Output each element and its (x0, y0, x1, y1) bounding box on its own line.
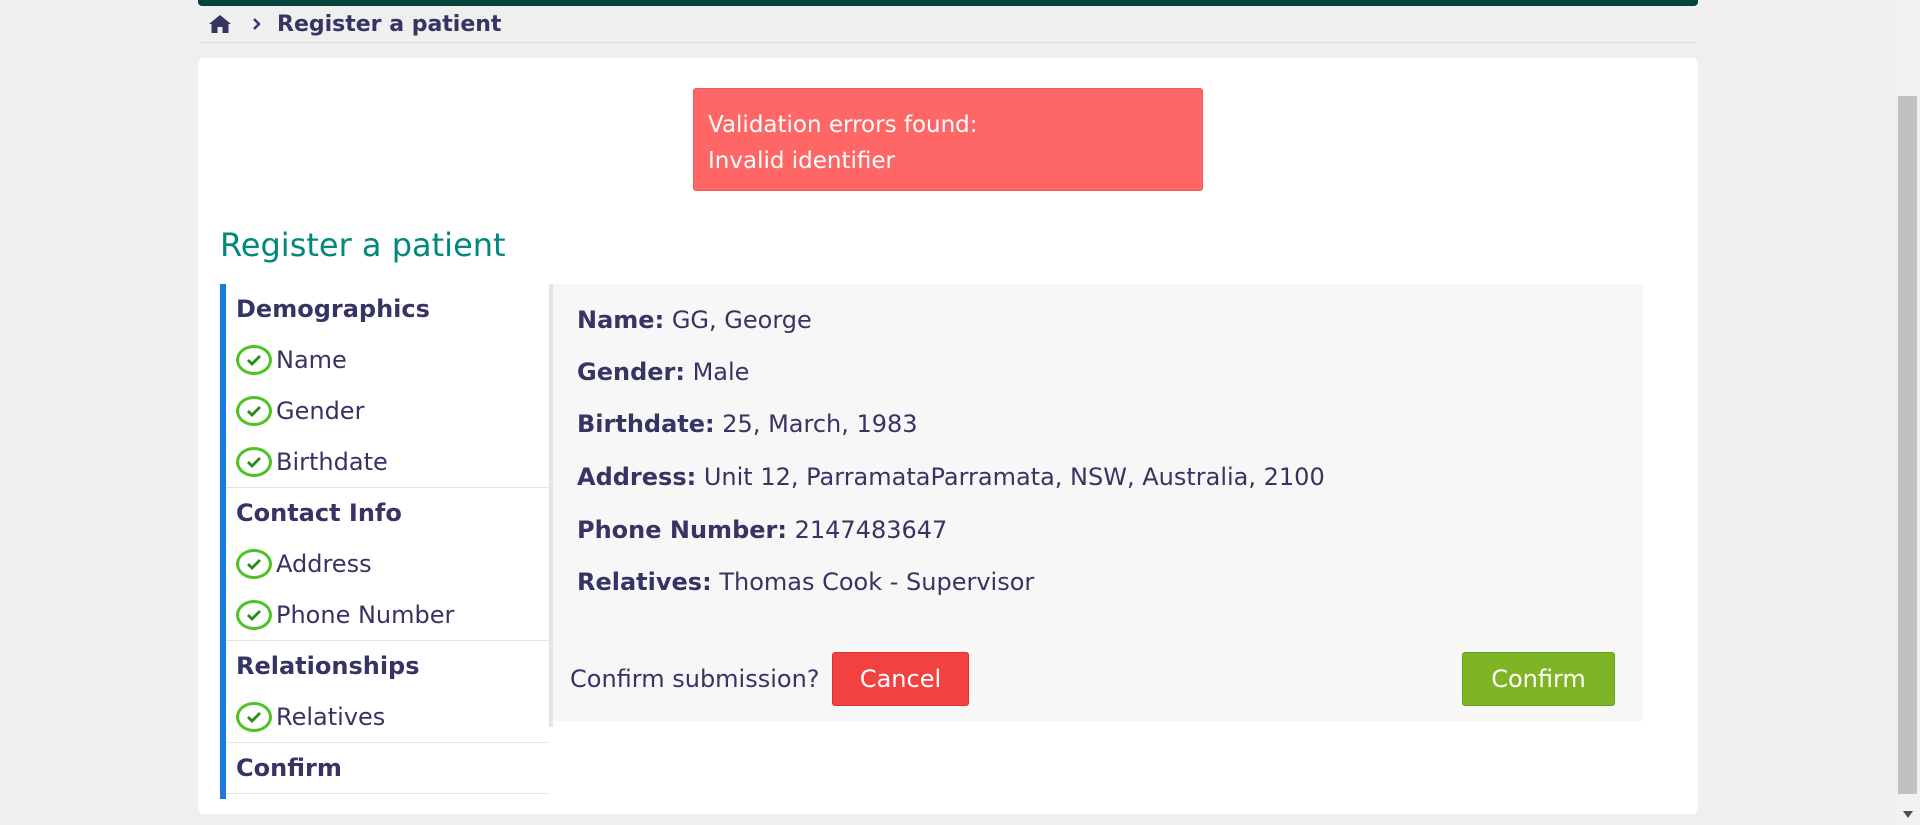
confirm-question: Confirm submission? (570, 665, 820, 693)
step-gender[interactable]: Gender (226, 385, 549, 436)
page-title: Register a patient (220, 226, 506, 264)
section-contact-info: Contact Info Address Phone Number (226, 488, 549, 641)
home-icon[interactable] (208, 12, 232, 36)
step-relatives[interactable]: Relatives (226, 691, 549, 742)
breadcrumb-current: Register a patient (277, 11, 502, 37)
step-label-gender: Gender (276, 396, 365, 425)
cancel-button[interactable]: Cancel (832, 652, 969, 706)
chevron-right-icon (252, 17, 266, 31)
check-icon (236, 599, 272, 630)
alert-line-2: Invalid identifier (708, 148, 895, 174)
validation-error-alert: Validation errors found: Invalid identif… (693, 88, 1203, 191)
section-title-contact-info[interactable]: Contact Info (226, 488, 549, 538)
step-address[interactable]: Address (226, 538, 549, 589)
section-title-relationships[interactable]: Relationships (226, 641, 549, 691)
step-label-relatives: Relatives (276, 702, 386, 731)
section-title-confirm[interactable]: Confirm (226, 743, 549, 793)
check-icon (236, 395, 272, 426)
check-icon (236, 701, 272, 732)
step-birthdate[interactable]: Birthdate (226, 436, 549, 487)
registration-steps-nav: Demographics Name Gender Birthdate Conta… (220, 284, 549, 799)
breadcrumb: Register a patient (198, 6, 1698, 43)
check-icon (236, 344, 272, 375)
scrollbar-thumb[interactable] (1898, 96, 1917, 794)
section-confirm: Confirm (226, 743, 549, 794)
scroll-down-arrow-icon[interactable] (1900, 808, 1916, 820)
check-icon (236, 548, 272, 579)
step-label-phone-number: Phone Number (276, 600, 455, 629)
step-name[interactable]: Name (226, 334, 549, 385)
section-title-demographics[interactable]: Demographics (226, 284, 549, 334)
step-label-name: Name (276, 345, 347, 374)
step-label-address: Address (276, 549, 372, 578)
confirm-button[interactable]: Confirm (1462, 652, 1615, 706)
check-icon (236, 446, 272, 477)
step-phone-number[interactable]: Phone Number (226, 589, 549, 640)
alert-line-1: Validation errors found: (708, 112, 978, 138)
step-label-birthdate: Birthdate (276, 447, 388, 476)
section-relationships: Relationships Relatives (226, 641, 549, 743)
section-demographics: Demographics Name Gender Birthdate (226, 284, 549, 488)
